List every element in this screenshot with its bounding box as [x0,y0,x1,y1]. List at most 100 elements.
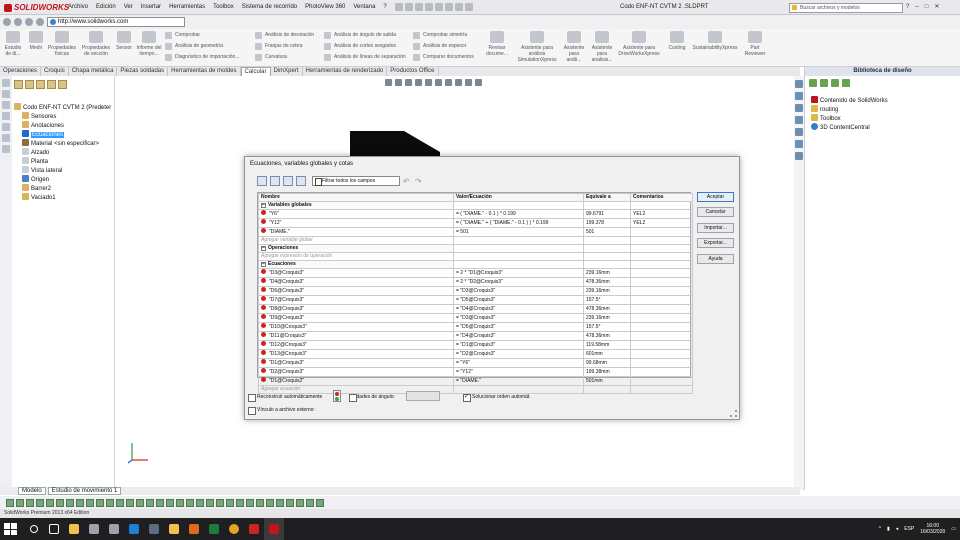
name-cell[interactable]: "D13@Croquis3" [258,349,454,359]
filter-input[interactable]: Filtrar todos los campos [312,176,400,186]
tool-icon[interactable] [96,498,104,507]
tab-chapa-metalica[interactable]: Chapa metálica [69,67,118,76]
tool-icon[interactable] [226,498,234,507]
comment-cell[interactable] [630,349,693,359]
table-row[interactable]: "DIAME." = 501 501 [258,227,693,237]
symmetry-check-button[interactable]: Comprobar simetría [413,31,467,40]
import-button[interactable]: Importar... [697,223,734,233]
table-row[interactable]: "D9@Croquis3" = "D3@Croquis3" 239.16mm [258,313,693,323]
comment-cell[interactable] [630,322,693,332]
value-cell[interactable]: = "Y12" [453,367,584,377]
refresh-icon[interactable] [25,18,33,26]
auto-rebuild-checkbox[interactable]: Reconstruir automáticamente [248,393,322,402]
tool-icon[interactable] [46,498,54,507]
tree-item-barrer2[interactable]: Barrer2 [22,184,51,193]
task-view-icon[interactable] [44,518,64,540]
part-reviewer-button[interactable]: Part Reviewer [740,31,770,57]
table-row[interactable]: "D13@Croquis3" = "D2@Croquis3" 601mm [258,349,693,359]
value-cell[interactable]: = "D2@Croquis3" [453,349,584,359]
comment-cell[interactable] [630,331,693,341]
value-cell[interactable]: = "D1@Croquis3" [453,340,584,350]
tool-icon[interactable] [16,498,24,507]
table-row[interactable]: "D1@Croquis3" = "Y6" 99.68mm [258,358,693,368]
zoom-area-icon[interactable] [395,79,402,86]
sketch-equation-view-icon[interactable] [270,176,280,186]
view-palette-tab-icon[interactable] [795,116,803,124]
name-cell[interactable]: "Y6" [258,209,454,219]
menu-toolbox[interactable]: Toolbox [209,0,238,15]
tool-icon[interactable] [36,498,44,507]
apply-scene-icon[interactable] [465,79,472,86]
tree-item-material[interactable]: Material <sin especificar> [22,139,99,148]
library-item-routing[interactable]: routing [811,105,838,114]
draft-analysis-button[interactable]: Análisis de ángulo de salida [324,31,396,40]
tool-icon[interactable] [146,498,154,507]
library-item-toolbox[interactable]: Toolbox [811,114,841,123]
parting-line-analysis-button[interactable]: Análisis de líneas de separación [324,53,406,62]
tree-item-sensores[interactable]: Sensores [22,112,56,121]
tab-dimxpert[interactable]: DimXpert [271,67,303,76]
custom-properties-tab-icon[interactable] [795,140,803,148]
comment-cell[interactable] [630,358,693,368]
tool-icon[interactable] [6,498,14,507]
accept-button[interactable]: Aceptar [697,192,734,202]
add-global-row[interactable]: Agregar variable global [258,236,693,245]
dimension-view-icon[interactable] [283,176,293,186]
tool-icon[interactable] [26,498,34,507]
table-row[interactable]: "D8@Croquis3" = "D4@Croquis3" 478.36mm [258,304,693,314]
tool-icon[interactable] [266,498,274,507]
section-row-operations[interactable]: − Operaciones [258,244,693,253]
auto-solve-checkbox[interactable]: Solucionar orden automát. [463,393,531,402]
sustainabilityxpress-button[interactable]: SustainabilityXpress [690,31,740,51]
add-location-icon[interactable] [831,79,839,87]
name-cell[interactable]: "D6@Croquis3" [258,286,454,296]
tool-icon[interactable] [116,498,124,507]
property-manager-tab-icon[interactable] [25,80,34,89]
costing-button[interactable]: Costing [665,31,689,51]
comment-cell[interactable] [630,227,693,237]
table-row[interactable]: "D2@Croquis3" = "Y12" 199.38mm [258,367,693,377]
comment-cell[interactable] [630,286,693,296]
tool-icon[interactable] [236,498,244,507]
table-row[interactable]: "D4@Croquis3" = 2 * "D2@Croquis3" 478.36mm [258,277,693,287]
tool-icon[interactable] [176,498,184,507]
tool-icon[interactable] [246,498,254,507]
print-icon[interactable] [424,3,433,11]
mass-properties-button[interactable]: Propiedades físicas [46,31,78,57]
sensor-button[interactable]: Sensor [114,31,134,51]
tree-item-alzado[interactable]: Alzado [22,148,49,157]
performance-report-button[interactable]: Informe del tiempo... [136,31,162,57]
tab-croquis[interactable]: Croquis [41,67,69,76]
tool-icon[interactable] [86,498,94,507]
section-view-icon[interactable] [415,79,422,86]
value-cell[interactable]: = ( "DIAME." + ( "DIAME." - 0.1 ) ) * 0.… [453,218,584,228]
collapse-icon[interactable]: − [261,203,266,208]
collapse-icon[interactable]: − [261,246,266,251]
menu-edicion[interactable]: Edición [92,0,120,15]
simulationxpress-button[interactable]: Asistente para análisis SimulationXpress [515,31,559,63]
cancel-button[interactable]: Cancelar [697,207,734,217]
solidworks-logo[interactable]: SOLIDWORKS [0,3,69,12]
menu-ver[interactable]: Ver [120,0,137,15]
name-cell[interactable]: "D4@Croquis3" [258,277,454,287]
add-global-cell[interactable]: Agregar variable global [258,236,454,245]
tree-item-origen[interactable]: Origen [22,175,49,184]
save-icon[interactable] [414,3,423,11]
section-row-globals[interactable]: − Variables globales [258,201,693,210]
minimize-button[interactable]: – [915,0,918,15]
back-icon[interactable] [3,18,11,26]
tree-item-ecuaciones[interactable]: Ecuaciones [22,130,65,139]
link-external-checkbox[interactable]: Vínculo a archivo externo: [248,406,315,415]
tool-icon[interactable] [126,498,134,507]
tool-icon[interactable] [206,498,214,507]
feature-icon[interactable] [2,90,10,98]
tree-item-anotaciones[interactable]: Anotaciones [22,121,64,130]
value-cell[interactable]: = ( "DIAME." - 0.1 ) * 0.199 [453,209,584,219]
zebra-stripes-button[interactable]: Franjas de cebra [255,42,303,51]
menu-herramientas[interactable]: Herramientas [165,0,209,15]
maximize-button[interactable]: □ [925,0,929,15]
search-icon[interactable] [24,518,44,540]
file-explorer-icon[interactable] [64,518,84,540]
tool-icon[interactable] [56,498,64,507]
tree-item-vaciado1[interactable]: Vaciado1 [22,193,56,202]
